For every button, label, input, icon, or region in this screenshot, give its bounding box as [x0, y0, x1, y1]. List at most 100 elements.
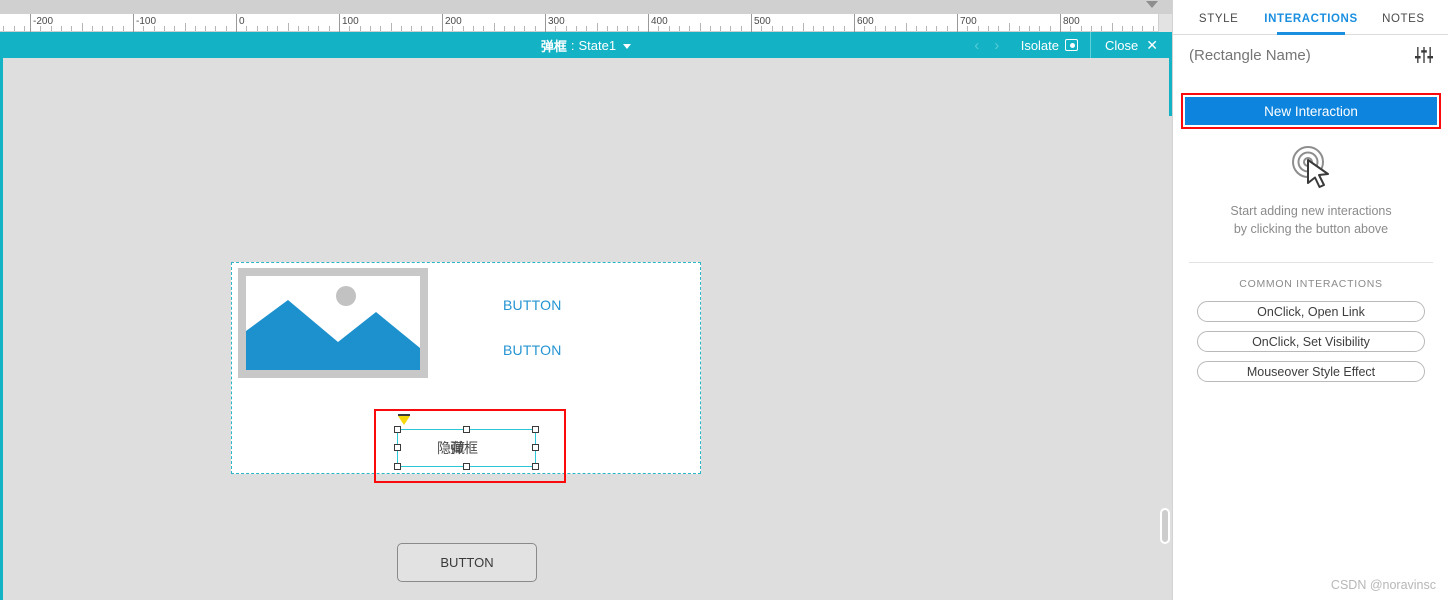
common-interaction-set-visibility[interactable]: OnClick, Set Visibility: [1197, 331, 1425, 352]
ruler-tick-minor: [699, 23, 701, 31]
widget-name-input[interactable]: [1189, 46, 1415, 64]
ruler-tick-minor: [287, 23, 289, 31]
image-placeholder[interactable]: [238, 268, 428, 378]
ruler-tick-minor: [369, 26, 371, 31]
button-link-1[interactable]: BUTTON: [503, 297, 562, 313]
selected-label-part-b: 弹框: [450, 440, 478, 456]
ruler-tick-minor: [668, 26, 670, 31]
ruler-tick-minor: [946, 26, 948, 31]
ruler-tick-minor: [50, 26, 52, 31]
close-button[interactable]: Close ✕: [1091, 32, 1172, 58]
ruler-tick-minor: [709, 26, 711, 31]
ruler-tick-minor: [1029, 26, 1031, 31]
empty-state-line-1: Start adding new interactions: [1230, 204, 1392, 218]
tab-notes[interactable]: NOTES: [1358, 13, 1448, 34]
ruler-tick-minor: [1121, 26, 1123, 31]
ruler-tick-minor: [730, 26, 732, 31]
panel-divider: [1189, 262, 1433, 263]
horizontal-ruler[interactable]: -200-1000100200300400500600700800900: [0, 0, 1172, 32]
resize-handle-sw[interactable]: [394, 463, 401, 470]
ruler-tick-minor: [1152, 26, 1154, 31]
new-interaction-button[interactable]: New Interaction: [1185, 97, 1437, 125]
scrollbar-thumb[interactable]: [1160, 508, 1170, 544]
ruler-tick-minor: [81, 23, 83, 31]
button-link-2[interactable]: BUTTON: [503, 342, 562, 358]
ruler-tick-minor: [967, 26, 969, 31]
ruler-tick-minor: [349, 26, 351, 31]
tab-style[interactable]: STYLE: [1173, 13, 1264, 34]
ruler-tick-minor: [833, 26, 835, 31]
sliders-icon[interactable]: [1415, 47, 1433, 63]
ruler-tick-minor: [689, 26, 691, 31]
isolate-icon: [1065, 39, 1079, 51]
ruler-tick-minor: [71, 26, 73, 31]
ruler-tick-minor: [1090, 26, 1092, 31]
ruler-tick-minor: [503, 26, 505, 31]
ruler-tick-minor: [555, 26, 557, 31]
isolate-label: Isolate: [1020, 37, 1060, 53]
ruler-tick-minor: [266, 26, 268, 31]
resize-handle-w[interactable]: [394, 444, 401, 451]
ruler-tick-minor: [400, 26, 402, 31]
ruler-tick-minor: [122, 26, 124, 31]
ruler-tick-minor: [328, 26, 330, 31]
ruler-tick-minor: [143, 26, 145, 31]
isolate-button[interactable]: Isolate: [1007, 32, 1090, 58]
ruler-tick-minor: [1111, 23, 1113, 31]
mountain-image-icon: [246, 286, 420, 370]
ruler-tick-minor: [380, 26, 382, 31]
close-icon: ✕: [1146, 37, 1158, 53]
resize-handle-s[interactable]: [463, 463, 470, 470]
ruler-tick-minor: [915, 26, 917, 31]
ruler-dropdown-caret-icon[interactable]: [1146, 1, 1158, 8]
ruler-tick-minor: [3, 26, 4, 31]
ruler-tick-minor: [421, 26, 423, 31]
tab-interactions[interactable]: INTERACTIONS: [1264, 13, 1357, 35]
ruler-tick-minor: [678, 26, 680, 31]
resize-handle-n[interactable]: [463, 426, 470, 433]
ruler-tick-minor: [658, 26, 660, 31]
resize-handle-e[interactable]: [532, 444, 539, 451]
ruler-tick-minor: [318, 26, 320, 31]
common-interaction-open-link[interactable]: OnClick, Open Link: [1197, 301, 1425, 322]
isolate-title-state: State1: [578, 37, 617, 53]
ruler-tick-minor: [102, 26, 104, 31]
resize-handle-ne[interactable]: [532, 426, 539, 433]
common-interaction-mouseover-style[interactable]: Mouseover Style Effect: [1197, 361, 1425, 382]
ruler-tick-minor: [163, 26, 165, 31]
ruler-tick-minor: [308, 26, 310, 31]
ruler-tick-minor: [565, 26, 567, 31]
ruler-tick-minor: [1080, 26, 1082, 31]
ruler-tick-minor: [472, 26, 474, 31]
ruler-tick-minor: [1049, 26, 1051, 31]
ruler-tick-label: -100: [136, 16, 157, 27]
state-caret-down-icon[interactable]: [623, 43, 632, 49]
prev-state-button[interactable]: ‹: [967, 32, 987, 58]
ruler-tick-label: 0: [239, 16, 245, 27]
design-canvas[interactable]: BUTTON BUTTON 隐藏 弹框 BUTTON: [3, 58, 1172, 600]
resize-handle-se[interactable]: [532, 463, 539, 470]
ruler-tick-minor: [936, 26, 938, 31]
resize-handle-nw[interactable]: [394, 426, 401, 433]
ruler-tick-minor: [246, 26, 248, 31]
close-label: Close: [1105, 37, 1139, 53]
next-state-button[interactable]: ›: [987, 32, 1007, 58]
ruler-tick-minor: [884, 26, 886, 31]
cursor-click-icon: [1292, 146, 1329, 188]
canvas-vertical-scrollbar[interactable]: [1158, 116, 1172, 600]
ruler-tick-minor: [1101, 26, 1103, 31]
editor-area: -200-1000100200300400500600700800900 弹框:…: [0, 0, 1172, 600]
ruler-tick-minor: [1070, 26, 1072, 31]
rotation-handle-icon[interactable]: [398, 414, 410, 425]
ruler-tick-minor: [297, 26, 299, 31]
ruler-tick-minor: [91, 26, 93, 31]
ruler-tick-minor: [184, 23, 186, 31]
ruler-tick-minor: [874, 26, 876, 31]
ruler-tick-minor: [225, 26, 227, 31]
watermark-text: CSDN @noravinsc: [1330, 578, 1436, 592]
ruler-tick-minor: [895, 26, 897, 31]
bottom-button-widget[interactable]: BUTTON: [397, 543, 537, 582]
ruler-tick-minor: [596, 23, 598, 31]
ruler-tick-minor: [761, 26, 763, 31]
ruler-tick-minor: [112, 26, 114, 31]
